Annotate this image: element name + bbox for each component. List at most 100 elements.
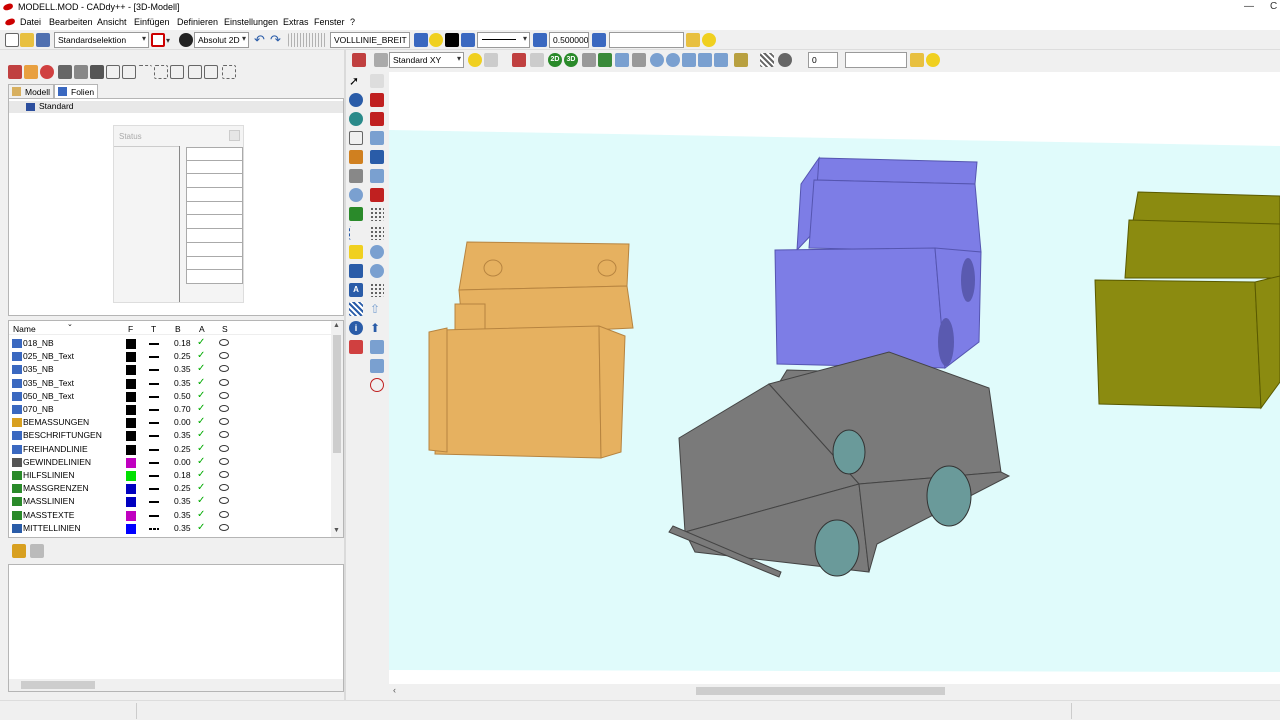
circle-target-icon[interactable] <box>370 378 384 392</box>
scroll-thumb[interactable] <box>696 687 945 695</box>
active-check-icon[interactable]: ✓ <box>197 350 205 361</box>
view-tool-icon[interactable] <box>374 53 388 67</box>
layer-line-width[interactable]: 0.50 <box>174 391 191 401</box>
refresh-icon[interactable] <box>370 264 384 278</box>
chevron-down-icon[interactable]: ▾ <box>166 36 174 45</box>
layer-line-width[interactable]: 0.35 <box>174 510 191 520</box>
menu-fenster[interactable]: Fenster <box>314 17 345 27</box>
folder-icon[interactable] <box>910 53 924 67</box>
panel-splitter[interactable] <box>344 50 346 700</box>
layer-line-type[interactable] <box>149 409 159 411</box>
active-check-icon[interactable]: ✓ <box>197 443 205 454</box>
layer-line-width[interactable]: 0.18 <box>174 470 191 480</box>
mirror-icon[interactable] <box>370 150 384 164</box>
layer-line-type[interactable] <box>149 395 159 398</box>
menu-help[interactable]: ? <box>350 17 355 27</box>
layer-line-width[interactable]: 0.35 <box>174 378 191 388</box>
layer-color-swatch[interactable] <box>126 365 136 376</box>
menu-ansicht[interactable]: Ansicht <box>97 17 127 27</box>
maximize-button[interactable]: C <box>1270 1 1277 12</box>
bulb-icon[interactable] <box>702 33 716 47</box>
cursor-icon[interactable] <box>484 53 498 67</box>
pencil-icon[interactable] <box>349 150 363 164</box>
select-arrow-icon[interactable]: ➚ <box>349 74 363 88</box>
visibility-eye-icon[interactable] <box>219 510 229 518</box>
new-file-icon[interactable] <box>5 33 19 47</box>
axis-icon[interactable] <box>138 65 152 79</box>
visibility-eye-icon[interactable] <box>219 431 229 439</box>
menu-einstellungen[interactable]: Einstellungen <box>224 17 278 27</box>
active-check-icon[interactable]: ✓ <box>197 495 205 506</box>
layer-color-swatch[interactable] <box>126 457 136 468</box>
column-s[interactable]: S <box>222 324 228 334</box>
redo-icon[interactable]: ↷ <box>270 33 284 47</box>
visibility-eye-icon[interactable] <box>219 444 229 452</box>
render-icon[interactable] <box>598 53 612 67</box>
layer-line-type[interactable] <box>149 382 159 385</box>
info-icon[interactable]: i <box>349 321 363 335</box>
layer-line-width[interactable]: 0.70 <box>174 404 191 414</box>
visibility-eye-icon[interactable] <box>219 378 229 386</box>
layer-list-scrollbar[interactable]: ▲ ▼ <box>331 321 343 537</box>
copy-icon[interactable] <box>170 65 184 79</box>
axis-line-icon[interactable] <box>349 226 363 240</box>
layer-new-icon[interactable] <box>24 65 38 79</box>
grid-settings-icon[interactable] <box>288 33 326 47</box>
selection-filter-icon[interactable] <box>151 33 165 47</box>
column-t[interactable]: T <box>151 324 156 334</box>
visibility-eye-icon[interactable] <box>219 523 229 531</box>
tab-folien[interactable]: Folien <box>54 84 98 98</box>
layer-color-swatch[interactable] <box>126 497 136 508</box>
table-icon[interactable] <box>106 65 120 79</box>
pen-icon[interactable] <box>512 53 526 67</box>
scroll-thumb[interactable] <box>333 335 341 453</box>
solid-icon[interactable] <box>370 93 384 107</box>
visibility-eye-icon[interactable] <box>219 471 229 478</box>
layer-line-type[interactable] <box>149 514 159 517</box>
visibility-eye-icon[interactable] <box>219 457 229 465</box>
viewport-hscrollbar[interactable]: ‹ <box>389 684 1280 698</box>
menu-bearbeiten[interactable]: Bearbeiten <box>49 17 93 27</box>
menu-einfuegen[interactable]: Einfügen <box>134 17 170 27</box>
layer-line-type[interactable] <box>149 488 159 491</box>
edit-icon[interactable] <box>530 53 544 67</box>
layer-row[interactable]: MASSLINIEN 0.35 ✓ <box>9 495 331 508</box>
layer-icon[interactable] <box>461 33 475 47</box>
active-check-icon[interactable]: ✓ <box>197 416 205 427</box>
layer-color-swatch[interactable] <box>126 523 136 534</box>
layer-manager-icon[interactable] <box>8 65 22 79</box>
active-check-icon[interactable]: ✓ <box>197 363 205 374</box>
scroll-up-icon[interactable]: ▲ <box>333 322 340 329</box>
menu-definieren[interactable]: Definieren <box>177 17 218 27</box>
visibility-eye-icon[interactable] <box>219 418 229 426</box>
properties-hscrollbar[interactable] <box>9 679 343 691</box>
arrow-up-icon[interactable]: ⬆ <box>370 321 384 335</box>
layer-color-swatch[interactable] <box>126 484 136 495</box>
layer-row[interactable]: 050_NB_Text 0.50 ✓ <box>9 390 331 403</box>
clipboard-icon[interactable] <box>30 544 44 558</box>
text-tool-icon[interactable]: A <box>349 283 363 297</box>
list-icon[interactable] <box>222 65 236 79</box>
layer-color-swatch[interactable] <box>126 471 136 481</box>
split-icon[interactable] <box>370 340 384 354</box>
hatch-icon[interactable] <box>349 302 363 316</box>
bulb-icon[interactable] <box>429 33 443 47</box>
active-check-icon[interactable]: ✓ <box>197 403 205 414</box>
active-check-icon[interactable]: ✓ <box>197 509 205 520</box>
sphere-icon[interactable] <box>778 53 792 67</box>
layer-line-type[interactable] <box>149 343 159 345</box>
layer-line-width[interactable]: 0.25 <box>174 444 191 454</box>
active-check-icon[interactable]: ✓ <box>197 377 205 388</box>
move-icon[interactable] <box>370 131 384 145</box>
layer-row[interactable]: FREIHANDLINIE 0.25 ✓ <box>9 443 331 456</box>
dimension-icon[interactable] <box>154 65 168 79</box>
tree-item-standard[interactable]: Standard <box>9 101 343 113</box>
layer-color-swatch[interactable] <box>126 405 136 415</box>
active-check-icon[interactable]: ✓ <box>197 469 205 480</box>
visibility-eye-icon[interactable] <box>219 405 229 412</box>
align-icon[interactable] <box>370 169 384 183</box>
layer-row[interactable]: 035_NB_Text 0.35 ✓ <box>9 377 331 390</box>
arrow-up-icon[interactable]: ⇧ <box>370 302 384 316</box>
properties-icon[interactable] <box>12 544 26 558</box>
view-text-field[interactable] <box>845 52 907 68</box>
